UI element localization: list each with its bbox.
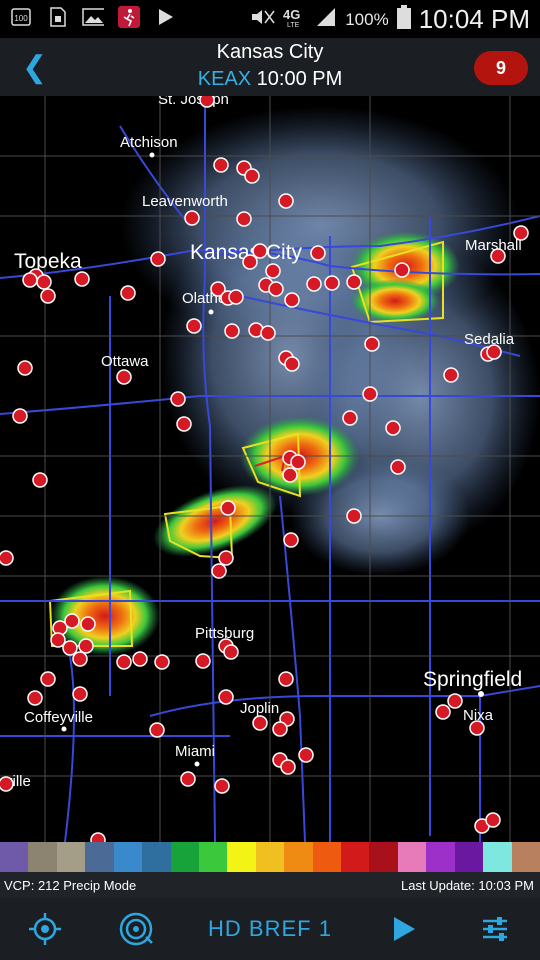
vcp-mode: VCP: 212 Precip Mode (4, 878, 137, 893)
city-ottawa: Ottawa (101, 353, 149, 370)
battery-100-icon: 100 (10, 6, 32, 28)
legend-swatch (198, 842, 228, 872)
sd-card-icon (46, 6, 68, 28)
station-id[interactable]: KEAX (198, 68, 251, 90)
legend-swatch (0, 842, 29, 872)
legend-swatch (28, 842, 57, 872)
signal-icon (315, 6, 337, 33)
radar-map-canvas: St. Joseph Atchison Leavenworth Topeka K… (0, 96, 540, 842)
legend-swatch (511, 842, 540, 872)
alert-count-badge[interactable]: 9 (474, 51, 528, 85)
reflectivity-legend (0, 842, 540, 872)
svg-text:100: 100 (14, 14, 28, 23)
fitness-app-icon (118, 6, 140, 28)
4g-lte-icon: 4G LTE (283, 6, 307, 33)
legend-swatch (227, 842, 256, 872)
scan-time: 10:00 PM (256, 68, 343, 90)
mute-icon (249, 6, 275, 33)
radar-map[interactable]: St. Joseph Atchison Leavenworth Topeka K… (0, 96, 540, 842)
city-st-joseph: St. Joseph (158, 96, 229, 108)
city-springfield: Springfield (423, 668, 522, 691)
svg-text:LTE: LTE (287, 22, 300, 28)
legend-swatch (312, 842, 342, 872)
legend-swatch (341, 842, 370, 872)
battery-percent: 100% (345, 9, 389, 29)
city-topeka: Topeka (14, 250, 82, 273)
header-bar: ❮ Kansas City KEAX 10:00 PM 9 (0, 38, 540, 96)
locate-icon[interactable] (28, 912, 62, 946)
gallery-icon (82, 6, 104, 28)
city-miami: Miami (175, 743, 215, 760)
clock: 10:04 PM (418, 4, 530, 34)
city-atchison: Atchison (120, 134, 178, 151)
legend-swatch (483, 842, 512, 872)
product-selector[interactable]: HD BREF 1 (205, 912, 335, 946)
legend-swatch (284, 842, 313, 872)
settings-sliders-icon[interactable] (478, 912, 512, 946)
battery-icon (396, 5, 411, 34)
svg-text:4G: 4G (283, 7, 300, 22)
city-joplin: Joplin (240, 700, 279, 717)
scan-info: KEAX 10:00 PM (0, 68, 540, 91)
city-coffeyville: Coffeyville (24, 709, 93, 726)
play-icon[interactable] (390, 912, 418, 946)
page-title: Kansas City (216, 41, 324, 63)
legend-swatch (397, 842, 427, 872)
info-bar: VCP: 212 Precip Mode Last Update: 10:03 … (0, 872, 540, 898)
city-sedalia: Sedalia (464, 331, 515, 348)
legend-swatch (113, 842, 143, 872)
bottom-toolbar: HD BREF 1 (0, 898, 540, 960)
legend-swatch (142, 842, 171, 872)
legend-swatch (369, 842, 398, 872)
legend-swatch (85, 842, 114, 872)
city-leavenworth: Leavenworth (142, 193, 228, 210)
legend-swatch (454, 842, 484, 872)
status-bar: 100 4G LTE 100% 10:04 PM (0, 0, 540, 38)
last-update: Last Update: 10:03 PM (401, 878, 534, 893)
legend-swatch (255, 842, 285, 872)
legend-swatch (426, 842, 455, 872)
legend-swatch (56, 842, 86, 872)
play-store-icon (154, 6, 176, 28)
radar-refresh-icon[interactable] (118, 912, 154, 946)
legend-swatch (170, 842, 199, 872)
